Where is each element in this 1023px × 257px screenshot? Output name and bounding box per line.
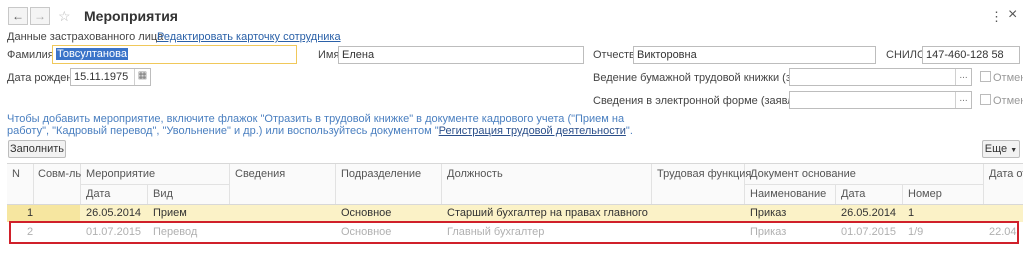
cancel-checkbox-1[interactable] [980,71,991,82]
surname-field[interactable]: Товсултанова [52,45,297,64]
edit-employee-card-link[interactable]: Редактировать карточку сотрудника [157,31,341,43]
col-n[interactable]: N [12,168,20,180]
close-icon[interactable]: × [1008,6,1017,24]
col-doc-number[interactable]: Номер [908,188,942,200]
paper-book-select[interactable]: ... [789,68,972,86]
row-doc-number: 1 [908,207,915,219]
col-date-from[interactable]: Дата от [989,168,1023,180]
favorite-star-icon[interactable]: ☆ [58,8,71,25]
cancel-checkbox-2[interactable] [980,94,991,105]
calendar-icon[interactable]: ▦ [134,69,150,85]
back-button[interactable]: ← [8,7,28,25]
col-division[interactable]: Подразделение [341,168,421,180]
chevron-down-icon: ▼ [1010,147,1018,154]
ellipsis-icon[interactable]: ... [955,69,971,85]
registration-document-link[interactable]: Регистрация трудовой деятельности [439,125,626,137]
row-n: 1 [27,207,34,219]
events-table: N Совм-ль Мероприятие Дата Вид Сведения … [7,163,1023,257]
row-doc-name: Приказ [750,207,787,219]
ellipsis-icon[interactable]: ... [955,92,971,108]
col-labor-function[interactable]: Трудовая функция [657,168,751,180]
row-date: 26.05.2014 [86,207,142,219]
col-doc-date[interactable]: Дата [841,188,865,200]
col-doc-name[interactable]: Наименование [750,188,826,200]
more-menu-icon[interactable]: ⋮ [990,9,1003,25]
col-position[interactable]: Должность [447,168,503,180]
cancel-label-1: Отмена [993,72,1023,84]
forward-button[interactable]: → [30,7,50,25]
page-title: Мероприятия [84,8,178,24]
col-combo[interactable]: Совм-ль [38,168,81,180]
fill-button[interactable]: Заполнить [8,140,66,158]
col-info[interactable]: Сведения [235,168,285,180]
cancel-label-2: Отмена [993,95,1023,107]
col-event-kind[interactable]: Вид [153,188,173,200]
name-field[interactable]: Елена [338,46,584,64]
row-position: Старший бухгалтер на правах главного [447,207,648,219]
birth-date-field[interactable]: 15.11.1975 ▦ [70,68,151,86]
surname-label: Фамилия: [7,49,57,61]
arrow-left-icon: ← [12,9,24,23]
electronic-select[interactable]: ... [789,91,972,109]
row-division: Основное [341,207,392,219]
more-button[interactable]: Еще ▼ [982,140,1020,158]
snils-field[interactable]: 147-460-128 58 [922,46,1020,64]
insured-section-label: Данные застрахованного лица [7,31,164,43]
arrow-right-icon: → [34,9,46,23]
row-kind: Прием [153,207,187,219]
col-doc-basis[interactable]: Документ основание [750,168,856,180]
row-doc-date: 26.05.2014 [841,207,897,219]
patronymic-field[interactable]: Викторовна [633,46,876,64]
col-event-date[interactable]: Дата [86,188,110,200]
hint-text: Чтобы добавить мероприятие, включите фла… [7,113,633,137]
col-event[interactable]: Мероприятие [86,168,155,180]
highlight-box [9,221,1019,244]
table-row[interactable]: 1 26.05.2014 Прием Основное Старший бухг… [7,205,1023,222]
